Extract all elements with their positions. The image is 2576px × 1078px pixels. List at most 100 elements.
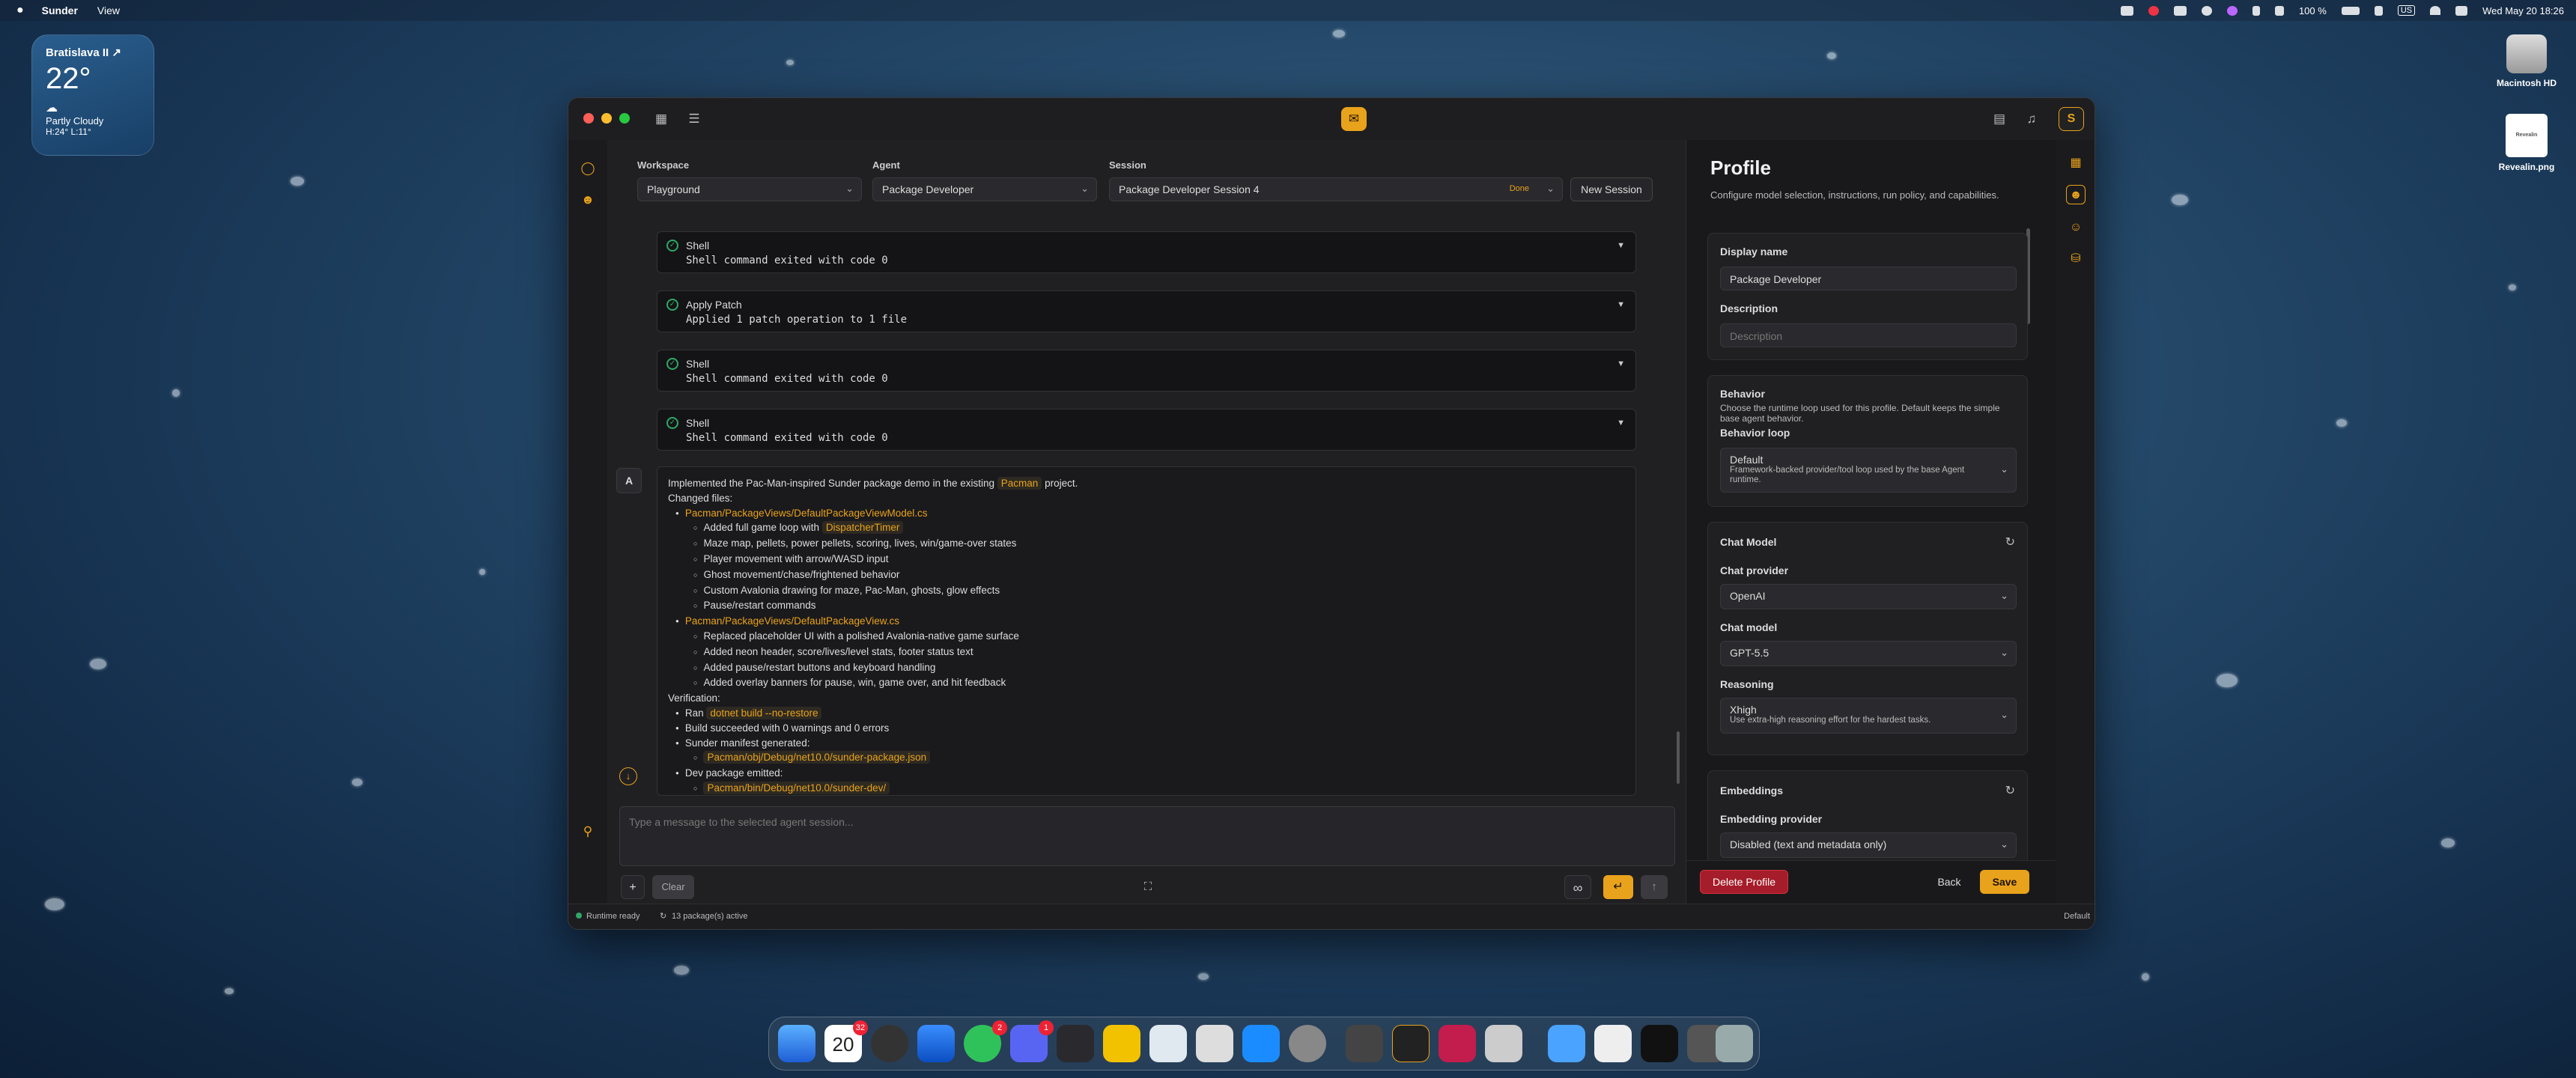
app-store-icon[interactable] bbox=[1242, 1025, 1280, 1062]
status-icon[interactable] bbox=[2274, 5, 2284, 16]
system-settings-icon[interactable] bbox=[1289, 1025, 1326, 1062]
behavior-loop-select[interactable]: Default Framework-backed provider/tool l… bbox=[1720, 448, 2017, 493]
minimize-button[interactable] bbox=[601, 113, 612, 124]
history-icon[interactable]: ◯ bbox=[579, 161, 597, 179]
input-source-badge[interactable]: US bbox=[2397, 5, 2416, 16]
browser-icon[interactable] bbox=[917, 1025, 955, 1062]
menu-app-name[interactable]: Sunder bbox=[42, 4, 78, 16]
database-icon[interactable]: ⛁ bbox=[2066, 249, 2086, 269]
reminders-icon[interactable] bbox=[1057, 1025, 1094, 1062]
sunder-logo-icon[interactable]: S bbox=[2059, 107, 2084, 131]
session-select[interactable]: Package Developer Session 4 Done ⌄ bbox=[1109, 177, 1563, 201]
display-name-input[interactable]: Package Developer bbox=[1720, 267, 2017, 290]
new-session-button[interactable]: New Session bbox=[1570, 177, 1653, 201]
close-button[interactable] bbox=[583, 113, 594, 124]
user-settings-icon[interactable]: ☺ bbox=[2066, 218, 2086, 237]
desktop-disk[interactable]: Macintosh HD bbox=[2489, 34, 2564, 88]
trash-icon[interactable] bbox=[1716, 1025, 1753, 1062]
drawing-app-icon[interactable] bbox=[1149, 1025, 1187, 1062]
send-arrow-icon[interactable]: ↑ bbox=[1641, 875, 1668, 899]
delete-profile-button[interactable]: Delete Profile bbox=[1700, 870, 1788, 894]
folder-icon[interactable] bbox=[1548, 1025, 1585, 1062]
expand-caret-icon[interactable]: ▼ bbox=[1617, 300, 1625, 309]
sunder-app-icon[interactable] bbox=[1392, 1025, 1430, 1062]
server-icon[interactable]: ▤ bbox=[1991, 111, 2008, 127]
finder-icon[interactable] bbox=[778, 1025, 815, 1062]
tool-call-card[interactable]: ✓ Shell Shell command exited with code 0… bbox=[657, 409, 1636, 451]
list-item: Replaced placeholder UI with a polished … bbox=[668, 629, 1625, 645]
refresh-icon[interactable]: ↻ bbox=[2005, 535, 2015, 549]
expand-caret-icon[interactable]: ▼ bbox=[1617, 241, 1625, 250]
scroll-down-icon[interactable]: ↓ bbox=[619, 767, 637, 785]
profile-icon[interactable]: ☻ bbox=[2066, 185, 2086, 204]
refresh-icon[interactable]: ↻ bbox=[2005, 783, 2015, 798]
agent-icon[interactable]: ☻ bbox=[579, 192, 597, 210]
status-icon[interactable] bbox=[2173, 5, 2187, 16]
save-button[interactable]: Save bbox=[1980, 870, 2029, 894]
chat-provider-select[interactable]: OpenAI ⌄ bbox=[1720, 584, 2017, 609]
embedding-provider-select[interactable]: Disabled (text and metadata only) ⌄ bbox=[1720, 832, 2017, 858]
message-input[interactable]: Type a message to the selected agent ses… bbox=[619, 806, 1675, 866]
zoom-button[interactable] bbox=[619, 113, 630, 124]
phone-app-icon[interactable] bbox=[1485, 1025, 1522, 1062]
bell-icon[interactable]: ♫ bbox=[2023, 111, 2040, 127]
reasoning-select[interactable]: Xhigh Use extra-high reasoning effort fo… bbox=[1720, 698, 2017, 734]
expand-icon[interactable]: ⛶ bbox=[1136, 875, 1160, 899]
workspace-label: Workspace bbox=[637, 159, 690, 171]
status-icon[interactable] bbox=[2120, 5, 2133, 16]
notes-icon[interactable] bbox=[1103, 1025, 1140, 1062]
verification-heading: Verification: bbox=[668, 692, 720, 704]
app-window: ▦ ☰ ✉ ▤ ♫ S ◯ ☻ ⚲ Workspace Playground ⌄… bbox=[568, 97, 2095, 930]
search-sessions-icon[interactable]: ⚲ bbox=[579, 824, 597, 842]
agent-select[interactable]: Package Developer ⌄ bbox=[872, 177, 1097, 201]
notification-badge: 32 bbox=[852, 1020, 868, 1035]
grid-icon[interactable]: ▦ bbox=[653, 111, 669, 127]
chat-model-select[interactable]: GPT-5.5 ⌄ bbox=[1720, 641, 2017, 666]
grid-view-icon[interactable]: ▦ bbox=[2066, 153, 2086, 173]
discord-icon[interactable]: 1 bbox=[1010, 1020, 1054, 1062]
status-icon[interactable] bbox=[2148, 5, 2159, 16]
infinity-loop-icon[interactable]: ∞ bbox=[1564, 875, 1591, 899]
terminal-icon[interactable] bbox=[1641, 1025, 1678, 1062]
desktop-file[interactable]: Revealin Revealin.png bbox=[2486, 114, 2567, 172]
expand-caret-icon[interactable]: ▼ bbox=[1617, 418, 1625, 427]
chevron-down-icon: ⌄ bbox=[845, 183, 854, 194]
rider-icon[interactable] bbox=[1439, 1025, 1476, 1062]
clear-button[interactable]: Clear bbox=[652, 875, 694, 899]
calendar-icon[interactable]: 20 32 bbox=[824, 1020, 868, 1062]
add-attachment-button[interactable]: + bbox=[621, 875, 645, 899]
tool-call-card[interactable]: ✓ Apply Patch Applied 1 patch operation … bbox=[657, 290, 1636, 332]
tool-call-card[interactable]: ✓ Shell Shell command exited with code 0… bbox=[657, 350, 1636, 392]
enter-send-mode-icon[interactable]: ↵ bbox=[1603, 875, 1633, 899]
back-button[interactable]: Back bbox=[1928, 870, 1971, 894]
status-icon[interactable] bbox=[2226, 5, 2238, 16]
workspace-select[interactable]: Playground ⌄ bbox=[637, 177, 862, 201]
chat-scrollbar[interactable] bbox=[1677, 731, 1680, 784]
control-center-icon[interactable] bbox=[2455, 5, 2468, 16]
package-status[interactable]: 13 package(s) active bbox=[672, 912, 748, 921]
chat-icon[interactable]: ✉ bbox=[1341, 107, 1367, 131]
status-icon[interactable] bbox=[2201, 5, 2212, 16]
layers-icon[interactable]: ☰ bbox=[686, 111, 702, 127]
weather-widget[interactable]: Bratislava II ↗ 22° ☁ Partly Cloudy H:24… bbox=[31, 34, 154, 156]
apple-menu-icon[interactable]: ● bbox=[16, 4, 24, 17]
description-input[interactable]: Description bbox=[1720, 323, 2017, 347]
editor-icon[interactable] bbox=[1196, 1025, 1233, 1062]
file-link[interactable]: Pacman/PackageViews/DefaultPackageView.c… bbox=[685, 615, 899, 627]
battery-icon[interactable] bbox=[2341, 6, 2360, 15]
chevron-down-icon: ⌄ bbox=[1081, 183, 1089, 194]
document-icon[interactable] bbox=[1594, 1025, 1632, 1062]
wifi-icon[interactable] bbox=[2430, 6, 2441, 15]
file-link[interactable]: Pacman/PackageViews/DefaultPackageViewMo… bbox=[685, 508, 928, 519]
tool-call-card[interactable]: ✓ Shell Shell command exited with code 0… bbox=[657, 231, 1636, 273]
storage-app-icon[interactable] bbox=[1346, 1025, 1383, 1062]
status-icon[interactable] bbox=[2252, 5, 2260, 16]
menu-view[interactable]: View bbox=[97, 4, 120, 16]
menu-clock[interactable]: Wed May 20 18:26 bbox=[2482, 5, 2564, 16]
shield-icon[interactable] bbox=[2374, 5, 2383, 16]
expand-caret-icon[interactable]: ▼ bbox=[1617, 359, 1625, 368]
assistant-avatar: A bbox=[616, 468, 642, 493]
target-app-icon[interactable] bbox=[871, 1025, 908, 1062]
messages-icon[interactable]: 2 bbox=[964, 1020, 1007, 1062]
tool-result: Shell command exited with code 0 bbox=[686, 373, 888, 385]
